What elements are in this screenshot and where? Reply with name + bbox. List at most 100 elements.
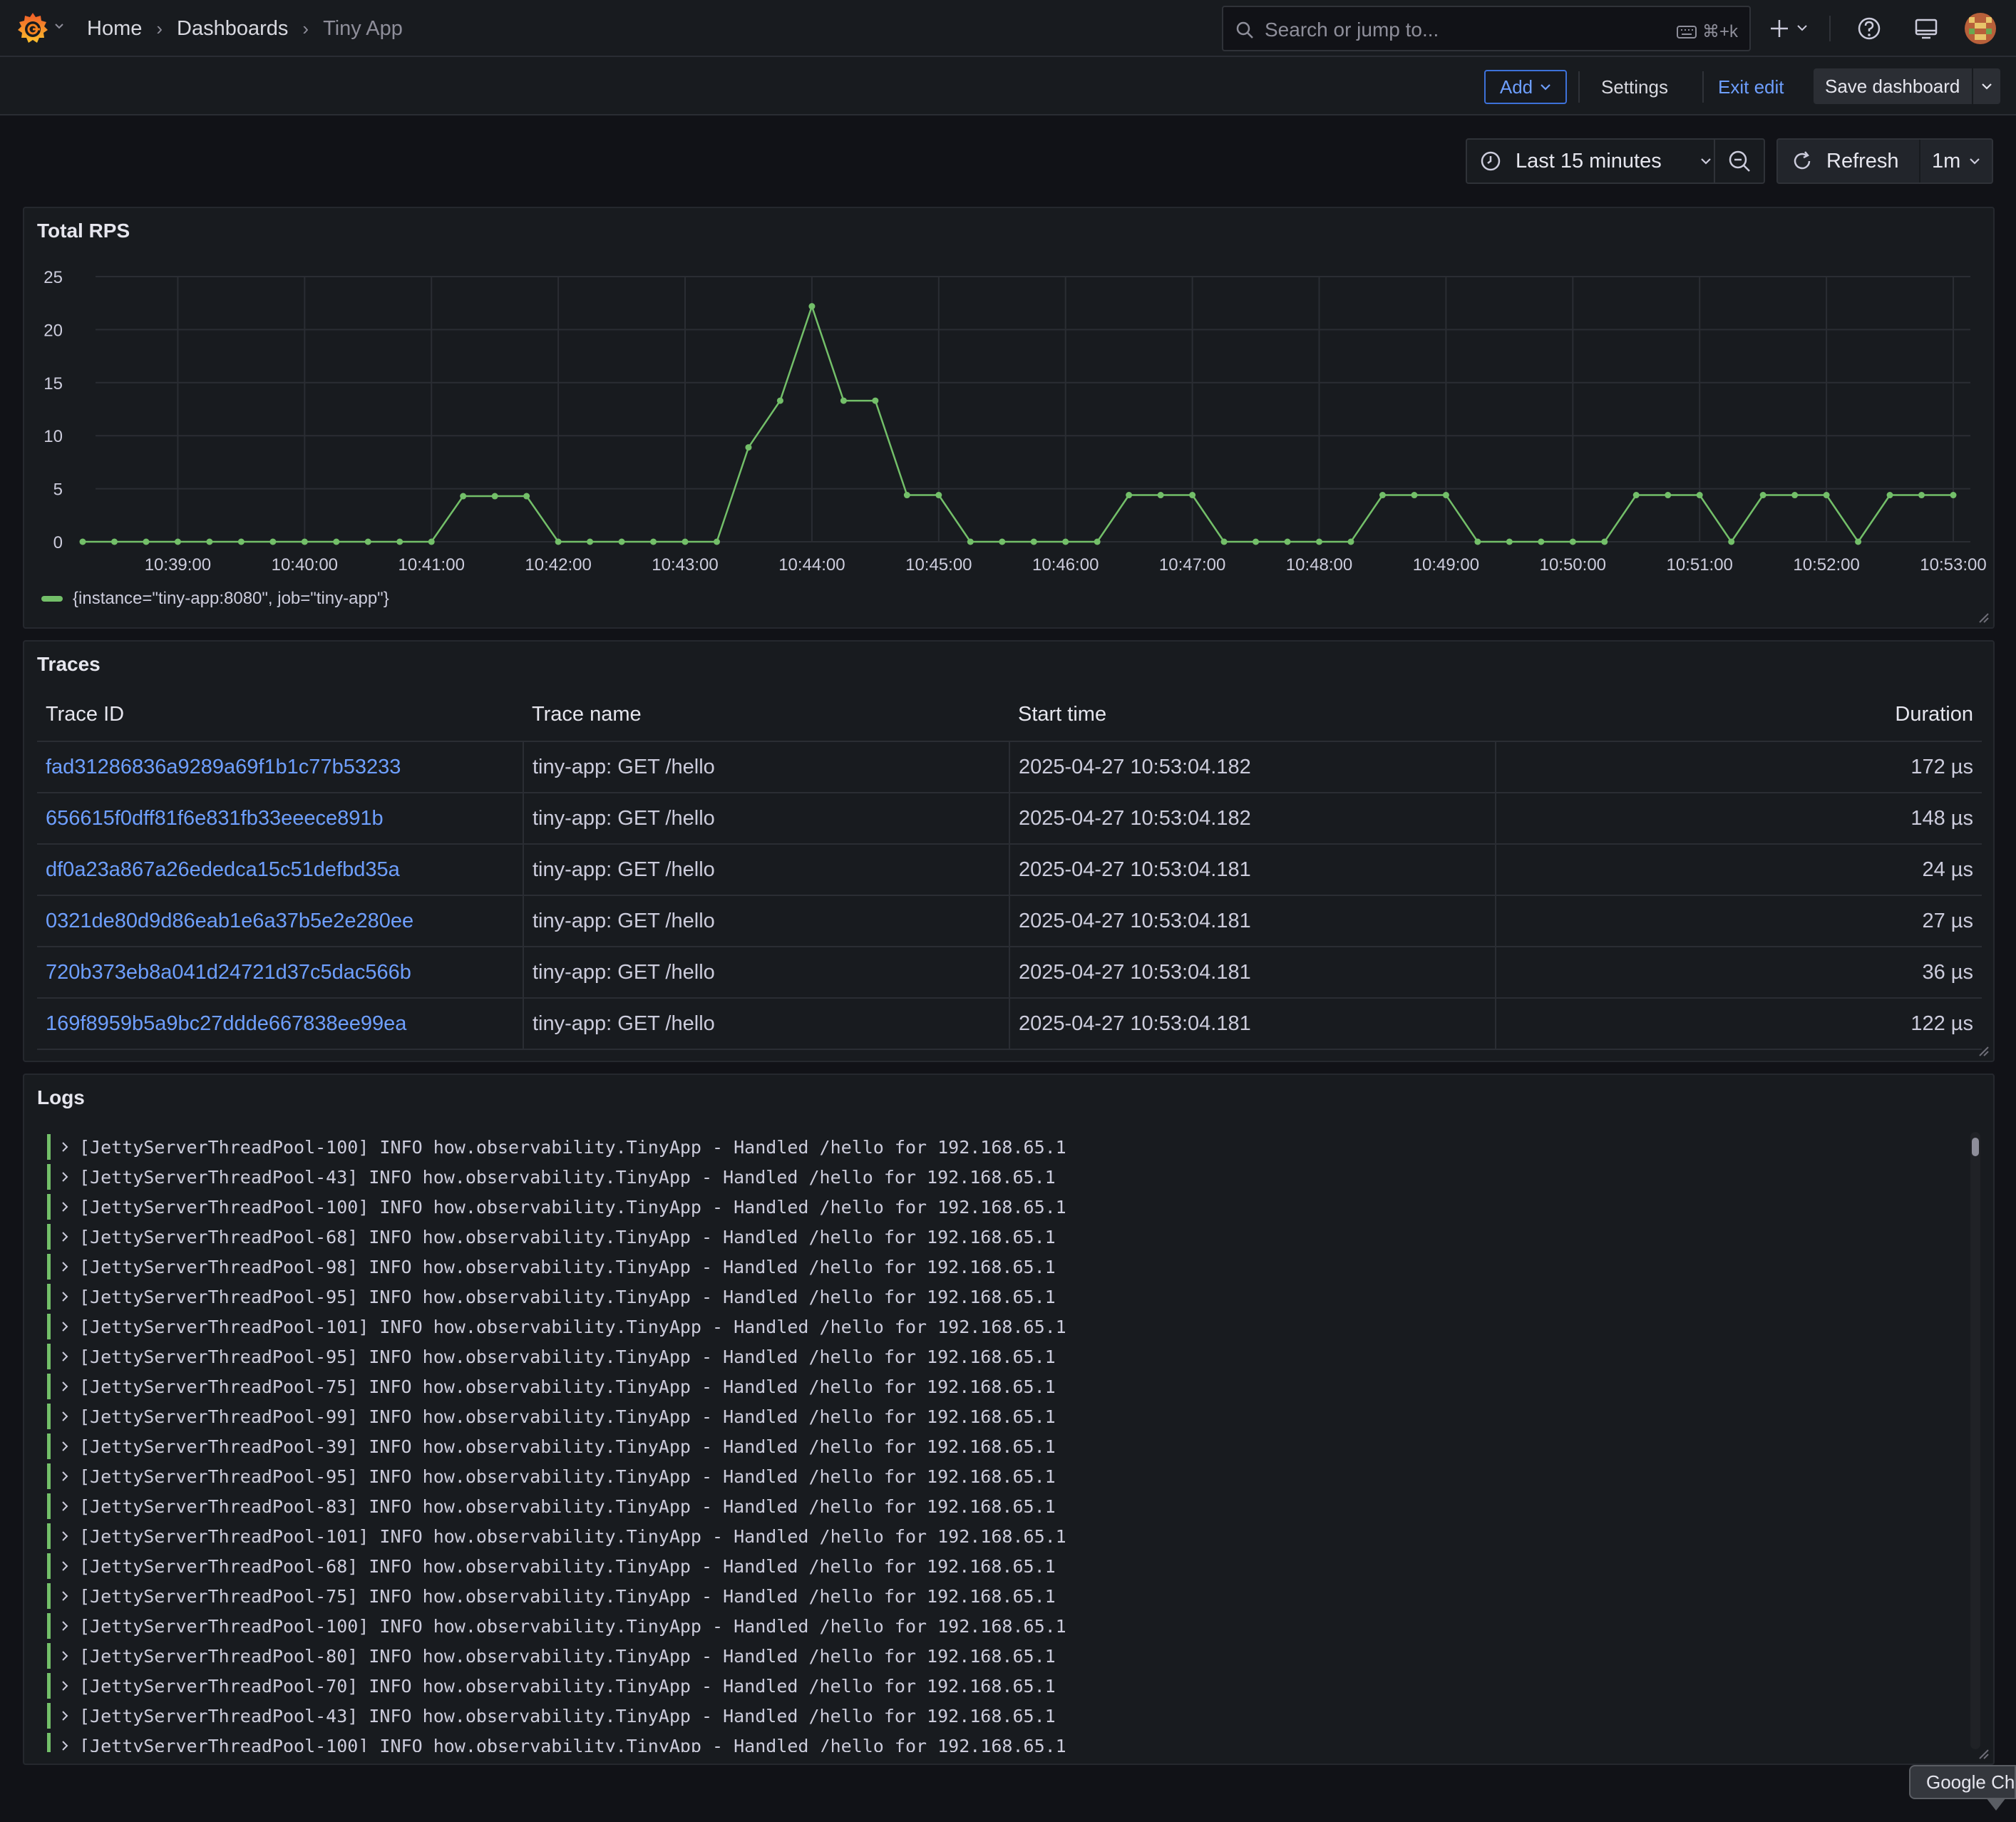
data-point[interactable] xyxy=(1379,492,1386,498)
trace-id-link[interactable]: df0a23a867a26ededca15c51defbd35a xyxy=(37,844,523,895)
data-point[interactable] xyxy=(1411,492,1417,498)
data-point[interactable] xyxy=(1697,492,1703,498)
data-point[interactable] xyxy=(714,539,720,545)
data-point[interactable] xyxy=(1285,539,1291,545)
chevron-right-icon[interactable] xyxy=(56,1679,75,1693)
data-point[interactable] xyxy=(1347,539,1354,545)
breadcrumb-home[interactable]: Home xyxy=(87,17,142,41)
table-row[interactable]: df0a23a867a26ededca15c51defbd35atiny-app… xyxy=(37,844,1982,895)
data-point[interactable] xyxy=(1094,539,1101,545)
log-row[interactable]: [JettyServerThreadPool-100] INFO how.obs… xyxy=(41,1132,1966,1162)
data-point[interactable] xyxy=(1062,539,1069,545)
data-point[interactable] xyxy=(967,539,974,545)
refresh-button[interactable]: Refresh xyxy=(1826,150,1919,173)
chevron-down-icon[interactable] xyxy=(54,21,64,31)
data-point[interactable] xyxy=(1633,492,1640,498)
trace-id-link[interactable]: 656615f0dff81f6e831fb33eeece891b xyxy=(37,793,523,844)
log-row[interactable]: [JettyServerThreadPool-43] INFO how.obse… xyxy=(41,1162,1966,1192)
chevron-right-icon[interactable] xyxy=(56,1649,75,1663)
data-point[interactable] xyxy=(1918,492,1925,498)
data-point[interactable] xyxy=(872,398,878,404)
data-point[interactable] xyxy=(1824,492,1830,498)
log-row[interactable]: [JettyServerThreadPool-75] INFO how.obse… xyxy=(41,1371,1966,1401)
data-point[interactable] xyxy=(587,539,593,545)
data-point[interactable] xyxy=(175,539,181,545)
log-row[interactable]: [JettyServerThreadPool-39] INFO how.obse… xyxy=(41,1431,1966,1461)
breadcrumb-dashboards[interactable]: Dashboards xyxy=(177,17,288,41)
data-point[interactable] xyxy=(1031,539,1037,545)
chevron-right-icon[interactable] xyxy=(56,1709,75,1723)
data-point[interactable] xyxy=(1126,492,1132,498)
chevron-right-icon[interactable] xyxy=(56,1499,75,1513)
data-point[interactable] xyxy=(682,539,689,545)
log-row[interactable]: [JettyServerThreadPool-43] INFO how.obse… xyxy=(41,1701,1966,1731)
chevron-right-icon[interactable] xyxy=(56,1140,75,1154)
data-point[interactable] xyxy=(111,539,118,545)
trace-id-link[interactable]: 169f8959b5a9bc27ddde667838ee99ea xyxy=(37,998,523,1049)
data-point[interactable] xyxy=(492,493,498,500)
data-point[interactable] xyxy=(1791,492,1798,498)
table-row[interactable]: 720b373eb8a041d24721d37c5dac566btiny-app… xyxy=(37,947,1982,998)
data-point[interactable] xyxy=(1950,492,1957,498)
data-point[interactable] xyxy=(745,444,751,451)
data-point[interactable] xyxy=(808,303,815,309)
chevron-right-icon[interactable] xyxy=(56,1739,75,1752)
resize-handle-icon[interactable] xyxy=(1976,1746,1989,1759)
data-point[interactable] xyxy=(1855,539,1861,545)
data-point[interactable] xyxy=(777,398,783,404)
chevron-right-icon[interactable] xyxy=(56,1200,75,1214)
log-row[interactable]: [JettyServerThreadPool-95] INFO how.obse… xyxy=(41,1282,1966,1312)
log-row[interactable]: [JettyServerThreadPool-68] INFO how.obse… xyxy=(41,1551,1966,1581)
log-row[interactable]: [JettyServerThreadPool-80] INFO how.obse… xyxy=(41,1641,1966,1671)
chevron-right-icon[interactable] xyxy=(56,1170,75,1184)
log-row[interactable]: [JettyServerThreadPool-70] INFO how.obse… xyxy=(41,1671,1966,1701)
data-point[interactable] xyxy=(999,539,1005,545)
chevron-right-icon[interactable] xyxy=(56,1349,75,1364)
data-point[interactable] xyxy=(80,539,86,545)
data-point[interactable] xyxy=(555,539,562,545)
user-avatar[interactable] xyxy=(1965,13,1996,44)
data-point[interactable] xyxy=(904,492,910,498)
table-row[interactable]: fad31286836a9289a69f1b1c77b53233tiny-app… xyxy=(37,741,1982,793)
chart-legend[interactable]: {instance="tiny-app:8080", job="tiny-app… xyxy=(41,589,389,609)
chevron-right-icon[interactable] xyxy=(56,1529,75,1543)
data-point[interactable] xyxy=(935,492,942,498)
trace-id-link[interactable]: 0321de80d9d86eab1e6a37b5e2e280ee xyxy=(37,895,523,947)
log-row[interactable]: [JettyServerThreadPool-101] INFO how.obs… xyxy=(41,1521,1966,1551)
zoom-out-button[interactable] xyxy=(1714,140,1764,182)
chevron-right-icon[interactable] xyxy=(56,1439,75,1453)
chevron-right-icon[interactable] xyxy=(56,1379,75,1394)
data-point[interactable] xyxy=(619,539,625,545)
data-point[interactable] xyxy=(1316,539,1322,545)
table-row[interactable]: 0321de80d9d86eab1e6a37b5e2e280eetiny-app… xyxy=(37,895,1982,947)
grafana-logo-icon[interactable] xyxy=(14,10,51,47)
add-button[interactable]: Add xyxy=(1484,70,1567,104)
data-point[interactable] xyxy=(365,539,371,545)
data-point[interactable] xyxy=(396,539,403,545)
search-input[interactable]: Search or jump to... ⌘+k xyxy=(1222,6,1751,51)
refresh-interval-select[interactable]: 1m xyxy=(1919,140,1990,182)
data-point[interactable] xyxy=(1506,539,1513,545)
data-point[interactable] xyxy=(1538,539,1544,545)
time-range-picker[interactable]: Last 15 minutes xyxy=(1466,138,1765,184)
log-row[interactable]: [JettyServerThreadPool-95] INFO how.obse… xyxy=(41,1461,1966,1491)
data-point[interactable] xyxy=(206,539,212,545)
data-point[interactable] xyxy=(1601,539,1608,545)
data-point[interactable] xyxy=(1443,492,1449,498)
save-options-dropdown[interactable] xyxy=(1972,68,2000,104)
data-point[interactable] xyxy=(1665,492,1671,498)
chevron-right-icon[interactable] xyxy=(56,1469,75,1483)
data-point[interactable] xyxy=(1221,539,1228,545)
chevron-right-icon[interactable] xyxy=(56,1319,75,1334)
column-header-start-time[interactable]: Start time xyxy=(1009,689,1496,741)
data-point[interactable] xyxy=(1253,539,1259,545)
data-point[interactable] xyxy=(269,539,276,545)
data-point[interactable] xyxy=(523,493,530,500)
log-row[interactable]: [JettyServerThreadPool-101] INFO how.obs… xyxy=(41,1312,1966,1342)
refresh-icon[interactable] xyxy=(1791,150,1814,173)
chevron-right-icon[interactable] xyxy=(56,1230,75,1244)
panel-logs[interactable]: Logs [JettyServerThreadPool-100] INFO ho… xyxy=(23,1074,1995,1765)
data-point[interactable] xyxy=(1570,539,1576,545)
save-dashboard-button[interactable]: Save dashboard xyxy=(1814,68,2000,104)
scrollbar-thumb[interactable] xyxy=(1972,1138,1979,1156)
